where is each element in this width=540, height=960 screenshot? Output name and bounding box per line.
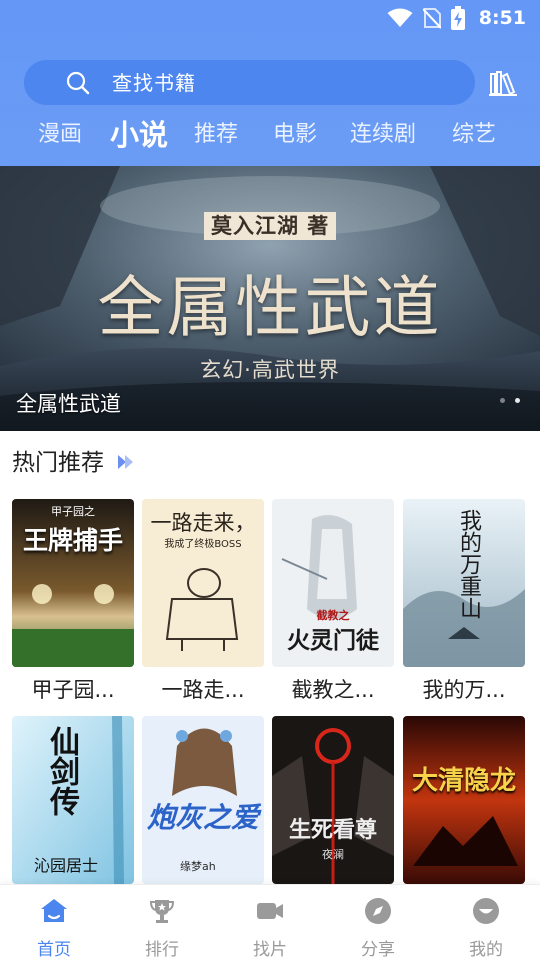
- nav-find-video[interactable]: 找片: [216, 885, 324, 960]
- banner-dot[interactable]: [500, 398, 505, 403]
- book-cover-tagline: 甲子园之: [51, 505, 95, 518]
- book-card[interactable]: 截教之 火灵门徒 截教之...: [272, 499, 394, 705]
- search-input[interactable]: 查找书籍: [112, 71, 196, 95]
- book-card[interactable]: 炮灰之爱 缘梦ah: [142, 716, 264, 892]
- nav-find-video-label: 找片: [253, 940, 287, 960]
- book-cover-tagline: 缘梦ah: [180, 860, 216, 873]
- book-cover: 炮灰之爱 缘梦ah: [142, 716, 264, 884]
- tab-tv-series[interactable]: 连续剧: [350, 112, 416, 158]
- book-card[interactable]: 我的万重山 我的万...: [403, 499, 525, 705]
- search-bar[interactable]: 查找书籍: [24, 60, 475, 105]
- book-title: 甲子园...: [31, 678, 115, 702]
- search-icon: [66, 71, 90, 95]
- nav-home[interactable]: 首页: [0, 885, 108, 960]
- nav-ranking-label: 排行: [145, 940, 179, 960]
- nav-share-label: 分享: [361, 940, 395, 960]
- book-cover-tagline: 沁园居士: [34, 856, 99, 875]
- top-header: 8:51 查找书籍 漫画 小说 推荐 电影 连续剧 综艺: [0, 0, 540, 166]
- book-cover: 一路走来， 我成了终极BOSS: [142, 499, 264, 667]
- book-cover-title: 我的万重山: [456, 509, 481, 619]
- compass-icon: [365, 898, 391, 924]
- book-cover-title: 生死看尊: [288, 818, 377, 843]
- book-cover-title: 仙剑传: [44, 726, 79, 816]
- book-card[interactable]: 生死看尊 夜澜: [272, 716, 394, 892]
- status-icons: 8:51: [387, 6, 526, 30]
- book-card[interactable]: 仙剑传 沁园居士: [12, 716, 134, 892]
- no-sim-icon: [422, 8, 441, 29]
- tab-novels[interactable]: 小说: [110, 112, 168, 158]
- book-cover-tagline: 我成了终极BOSS: [164, 539, 242, 550]
- book-cover: 甲子园之 王牌捕手: [12, 499, 134, 667]
- tab-comics[interactable]: 漫画: [38, 112, 82, 158]
- tab-recommend[interactable]: 推荐: [194, 112, 238, 158]
- banner-title-art: 全属性武道: [97, 269, 443, 346]
- book-cover-title: 火灵门徒: [287, 628, 379, 654]
- status-time: 8:51: [478, 7, 526, 29]
- section-title: 热门推荐: [12, 450, 104, 476]
- status-bar: 8:51: [0, 0, 540, 38]
- tab-movies[interactable]: 电影: [273, 112, 317, 158]
- profile-icon: [473, 898, 499, 924]
- book-title: 一路走...: [161, 678, 245, 702]
- book-cover: 仙剑传 沁园居士: [12, 716, 134, 884]
- tab-variety[interactable]: 综艺: [452, 112, 496, 158]
- bookshelf-icon[interactable]: [488, 68, 518, 98]
- trophy-icon: [149, 900, 175, 923]
- home-icon: [41, 899, 67, 922]
- nav-profile-label: 我的: [469, 940, 503, 960]
- bottom-navigation: 首页 排行 找片 分享 我的: [0, 884, 540, 960]
- battery-charging-icon: [450, 6, 465, 30]
- banner-caption: 全属性武道: [16, 392, 121, 416]
- nav-share[interactable]: 分享: [324, 885, 432, 960]
- nav-profile[interactable]: 我的: [432, 885, 540, 960]
- book-card[interactable]: 甲子园之 王牌捕手 甲子园...: [12, 499, 134, 705]
- banner-pagination: [500, 398, 520, 403]
- book-cover-title: 一路走来，: [150, 511, 256, 535]
- banner-author: 莫入江湖 著: [204, 212, 337, 240]
- book-card[interactable]: 一路走来， 我成了终极BOSS 一路走...: [142, 499, 264, 705]
- featured-banner[interactable]: 莫入江湖 著 全属性武道 玄幻·高武世界 全属性武道: [0, 166, 540, 431]
- book-cover-title: 大清隐龙: [411, 766, 516, 796]
- book-cover: 我的万重山: [403, 499, 525, 667]
- banner-subtitle: 玄幻·高武世界: [200, 358, 340, 382]
- book-card[interactable]: 大清隐龙: [403, 716, 525, 892]
- book-cover-title: 炮灰之爱: [146, 801, 259, 834]
- book-title: 截教之...: [291, 678, 375, 702]
- wifi-icon: [387, 8, 413, 27]
- category-tabs: 漫画 小说 推荐 电影 连续剧 综艺: [0, 112, 540, 158]
- nav-ranking[interactable]: 排行: [108, 885, 216, 960]
- book-cover: 截教之 火灵门徒: [272, 499, 394, 667]
- nav-home-label: 首页: [37, 940, 71, 960]
- book-title: 我的万...: [422, 678, 506, 702]
- video-camera-icon: [257, 903, 283, 919]
- book-cover-tagline: 夜澜: [322, 848, 344, 861]
- book-cover-title: 王牌捕手: [22, 526, 123, 555]
- banner-dot-active[interactable]: [515, 398, 520, 403]
- book-cover: 大清隐龙: [403, 716, 525, 884]
- double-chevron-icon: [118, 455, 133, 469]
- book-cover: 生死看尊 夜澜: [272, 716, 394, 884]
